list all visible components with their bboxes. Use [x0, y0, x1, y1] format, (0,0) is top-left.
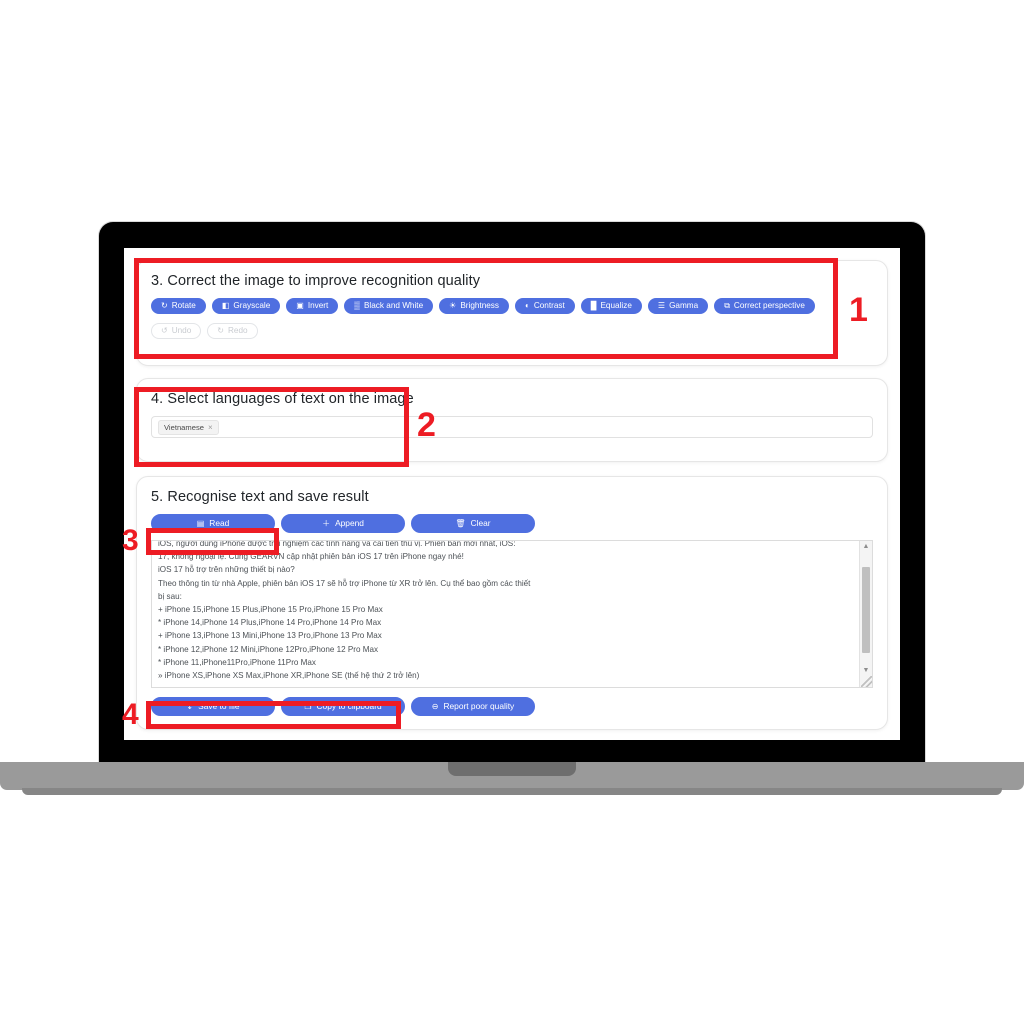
remove-language-icon[interactable]: × — [208, 423, 213, 432]
copy-to-clipboard-button[interactable]: ❐ Copy to clipboard — [281, 697, 405, 716]
button-label: Clear — [470, 518, 491, 529]
brightness-icon: ☀ — [449, 301, 457, 310]
grayscale-button[interactable]: ◧ Grayscale — [211, 298, 281, 314]
button-label: Grayscale — [233, 300, 271, 310]
recognise-action-button-row: ▤ Read ＋ Append 🗑 Clear — [137, 505, 887, 533]
equalize-button[interactable]: █ Equalize — [580, 298, 642, 314]
correct-image-title: 3. Correct the image to improve recognit… — [151, 273, 481, 289]
read-button[interactable]: ▤ Read — [151, 514, 275, 533]
recognise-text-card: 5. Recognise text and save result ▤ Read ＋… — [136, 476, 888, 730]
select-languages-title: 4. Select languages of text on the image — [151, 391, 414, 407]
clear-button[interactable]: 🗑 Clear — [411, 514, 535, 533]
history-button-row: ↺ Undo ↻ Redo — [137, 314, 887, 339]
black-and-white-button[interactable]: ▒ Black and White — [344, 298, 434, 314]
recognised-text-area[interactable]: iOS, người dùng iPhone được trải nghiệm … — [151, 540, 873, 688]
button-label: Gamma — [669, 300, 699, 310]
black-and-white-icon: ▒ — [354, 301, 360, 310]
laptop-screen: 3. Correct the image to improve recognit… — [124, 248, 900, 740]
gamma-icon: ☰ — [657, 301, 666, 310]
recognised-text-content: iOS, người dùng iPhone được trải nghiệm … — [158, 540, 531, 681]
button-label: Read — [209, 518, 230, 529]
recognise-text-title: 5. Recognise text and save result — [151, 489, 369, 505]
scrollbar-thumb[interactable] — [862, 567, 870, 653]
laptop-base-lip — [22, 788, 1002, 795]
redo-icon: ↻ — [217, 326, 224, 335]
report-icon: ⊖ — [431, 701, 439, 711]
textarea-scrollbar[interactable]: ▲ ▼ — [859, 541, 872, 687]
save-to-file-button[interactable]: ↧ Save to file — [151, 697, 275, 716]
undo-icon: ↺ — [161, 326, 168, 335]
language-tag-vietnamese[interactable]: Vietnamese × — [158, 419, 219, 435]
clipboard-icon: ❐ — [304, 701, 312, 711]
button-label: Contrast — [533, 300, 565, 310]
grayscale-icon: ◧ — [221, 301, 230, 310]
button-label: Rotate — [171, 300, 196, 310]
button-label: Save to file — [198, 701, 240, 712]
button-label: Brightness — [460, 300, 499, 310]
laptop-base-notch — [448, 762, 576, 776]
button-label: Copy to clipboard — [316, 701, 382, 712]
select-languages-card: 4. Select languages of text on the image… — [136, 378, 888, 462]
rotate-button[interactable]: ↻ Rotate — [151, 298, 206, 314]
gamma-button[interactable]: ☰ Gamma — [647, 298, 709, 314]
download-icon: ↧ — [186, 701, 194, 711]
report-poor-quality-button[interactable]: ⊖ Report poor quality — [411, 697, 535, 716]
language-tag-label: Vietnamese — [164, 422, 204, 432]
contrast-icon: ◐ — [525, 301, 530, 310]
redo-button: ↻ Redo — [207, 323, 258, 339]
scroll-up-icon[interactable]: ▲ — [860, 541, 872, 552]
scroll-down-icon[interactable]: ▼ — [860, 665, 872, 676]
button-label: Report poor quality — [443, 701, 515, 712]
correct-perspective-icon: ⧉ — [724, 301, 730, 310]
textarea-resize-handle[interactable] — [861, 676, 872, 687]
contrast-button[interactable]: ◐ Contrast — [515, 298, 575, 314]
clear-icon: 🗑 — [455, 518, 466, 528]
save-result-button-row: ↧ Save to file ❐ Copy to clipboard ⊖ Report p… — [137, 688, 887, 716]
brightness-button[interactable]: ☀ Brightness — [439, 298, 509, 314]
button-label: Correct perspective — [733, 300, 805, 310]
equalize-icon: █ — [590, 301, 597, 310]
web-page: 3. Correct the image to improve recognit… — [124, 248, 900, 740]
button-label: Invert — [307, 300, 329, 310]
append-button[interactable]: ＋ Append — [281, 514, 405, 533]
button-label: Equalize — [600, 300, 632, 310]
button-label: Black and White — [363, 300, 424, 310]
append-icon: ＋ — [322, 518, 331, 528]
rotate-icon: ↻ — [161, 301, 168, 310]
invert-button[interactable]: ▣ Invert — [286, 298, 339, 314]
undo-button: ↺ Undo — [151, 323, 202, 339]
image-correction-button-row: ↻ Rotate ◧ Grayscale ▣ Invert ▒ Black and White… — [137, 289, 887, 314]
button-label: Redo — [227, 325, 248, 335]
correct-perspective-button[interactable]: ⧉ Correct perspective — [714, 298, 815, 314]
language-select-input[interactable]: Vietnamese × — [151, 416, 873, 438]
invert-icon: ▣ — [296, 301, 304, 310]
button-label: Undo — [171, 325, 192, 335]
read-icon: ▤ — [196, 518, 205, 528]
correct-image-card: 3. Correct the image to improve recognit… — [136, 260, 888, 366]
screenshot-root: 3. Correct the image to improve recognit… — [0, 0, 1024, 1024]
button-label: Append — [335, 518, 364, 529]
